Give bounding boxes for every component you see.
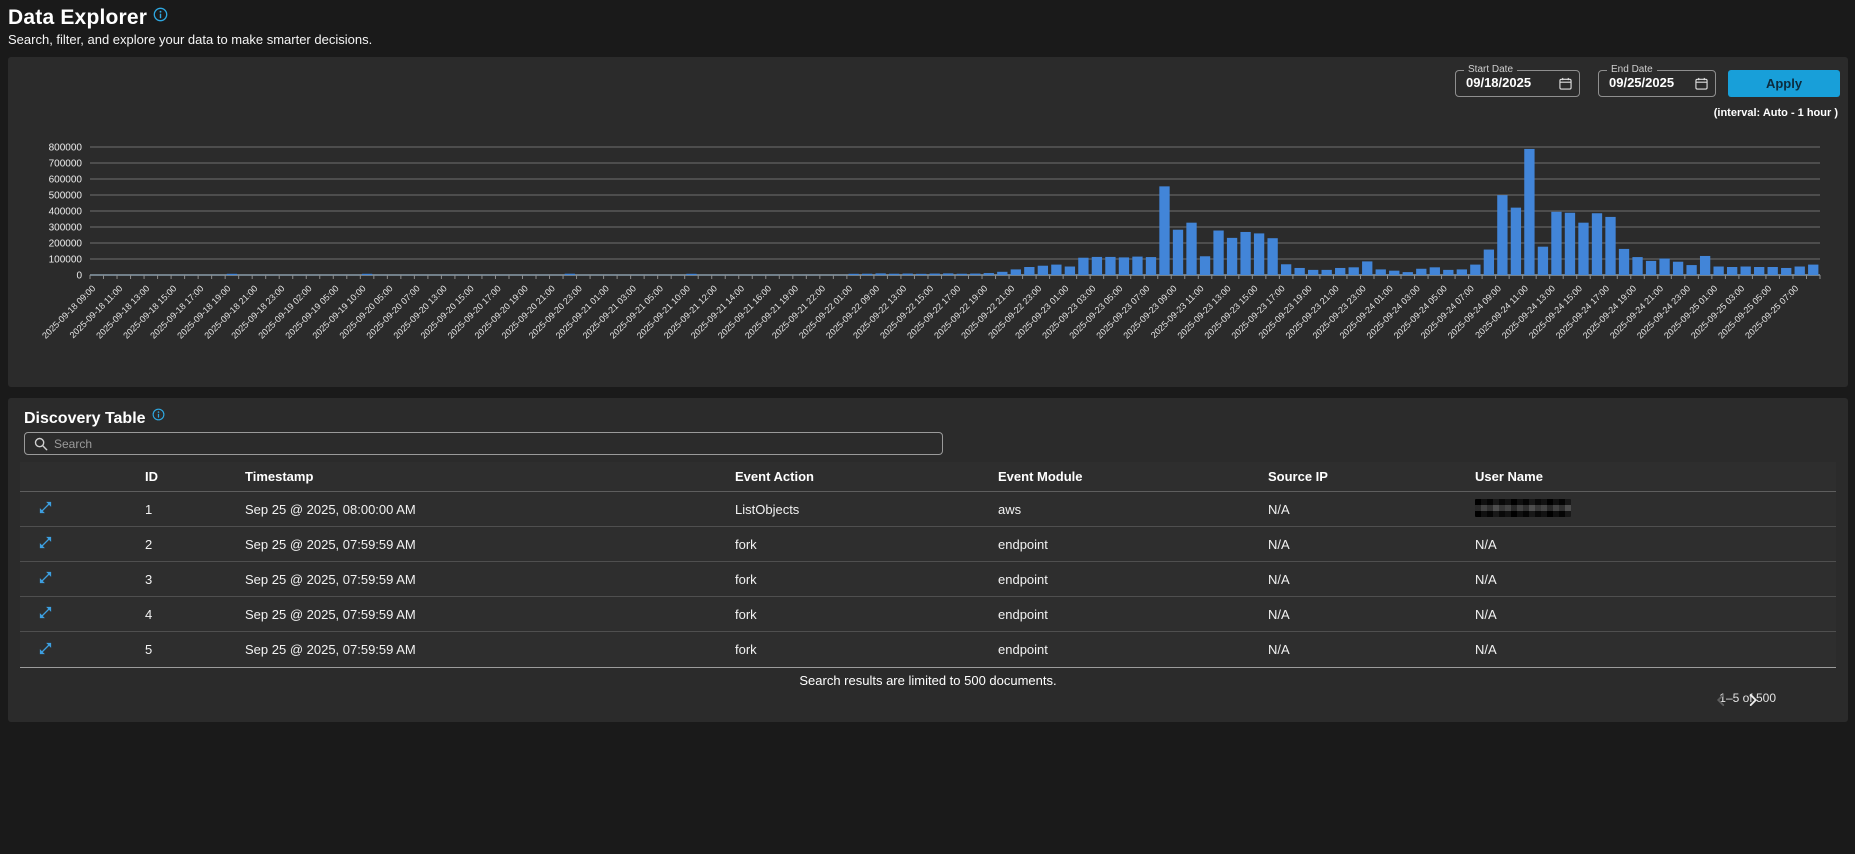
discovery-table-panel: Discovery Table ID Timestamp Event Actio… <box>8 398 1848 722</box>
cell-timestamp: Sep 25 @ 2025, 07:59:59 AM <box>245 607 735 622</box>
cell-timestamp: Sep 25 @ 2025, 07:59:59 AM <box>245 537 735 552</box>
cell-event-module: endpoint <box>998 607 1268 622</box>
svg-text:500000: 500000 <box>49 191 83 202</box>
svg-text:300000: 300000 <box>49 223 83 234</box>
expand-row-button[interactable] <box>38 641 53 656</box>
col-header-event-action: Event Action <box>735 469 998 484</box>
page-subtitle: Search, filter, and explore your data to… <box>8 32 372 47</box>
svg-text:400000: 400000 <box>49 207 83 218</box>
cell-source-ip: N/A <box>1268 607 1475 622</box>
footer-divider <box>20 667 1836 668</box>
open-in-full-icon <box>38 641 53 656</box>
discovery-table-title-text: Discovery Table <box>24 410 146 427</box>
cell-timestamp: Sep 25 @ 2025, 07:59:59 AM <box>245 642 735 657</box>
open-in-full-icon <box>38 535 53 550</box>
cell-event-module: endpoint <box>998 537 1268 552</box>
open-in-full-icon <box>38 500 53 515</box>
table-row: 2Sep 25 @ 2025, 07:59:59 AMforkendpointN… <box>20 527 1836 562</box>
cell-event-action: fork <box>735 642 998 657</box>
results-table: ID Timestamp Event Action Event Module S… <box>20 462 1836 667</box>
cell-timestamp: Sep 25 @ 2025, 08:00:00 AM <box>245 502 735 517</box>
cell-event-module: endpoint <box>998 572 1268 587</box>
cell-event-module: endpoint <box>998 642 1268 657</box>
expand-row-button[interactable] <box>38 605 53 620</box>
cell-source-ip: N/A <box>1268 502 1475 517</box>
chart-panel: Start Date End Date Apply (interval: Aut… <box>8 57 1848 387</box>
cell-user-name: N/A <box>1475 572 1836 587</box>
expand-row-button[interactable] <box>38 570 53 585</box>
page-info-icon[interactable] <box>153 4 168 28</box>
discovery-table-title: Discovery Table <box>24 408 165 428</box>
results-limit-note: Search results are limited to 500 docume… <box>8 673 1848 688</box>
search-input[interactable] <box>54 437 942 451</box>
cell-user-name: N/A <box>1475 537 1836 552</box>
col-header-source-ip: Source IP <box>1268 469 1475 484</box>
cell-event-action: ListObjects <box>735 502 998 517</box>
cell-source-ip: N/A <box>1268 642 1475 657</box>
cell-event-module: aws <box>998 502 1268 517</box>
expand-row-button[interactable] <box>38 500 53 515</box>
table-row: 5Sep 25 @ 2025, 07:59:59 AMforkendpointN… <box>20 632 1836 667</box>
cell-id: 5 <box>145 642 245 657</box>
table-row: 3Sep 25 @ 2025, 07:59:59 AMforkendpointN… <box>20 562 1836 597</box>
page-title-text: Data Explorer <box>8 6 147 29</box>
svg-text:700000: 700000 <box>49 159 83 170</box>
cell-event-action: fork <box>735 607 998 622</box>
cell-id: 3 <box>145 572 245 587</box>
search-icon <box>34 437 48 451</box>
table-header-row: ID Timestamp Event Action Event Module S… <box>20 462 1836 492</box>
svg-text:200000: 200000 <box>49 239 83 250</box>
svg-text:600000: 600000 <box>49 175 83 186</box>
table-row: 4Sep 25 @ 2025, 07:59:59 AMforkendpointN… <box>20 597 1836 632</box>
cell-event-action: fork <box>735 572 998 587</box>
cell-timestamp: Sep 25 @ 2025, 07:59:59 AM <box>245 572 735 587</box>
cell-id: 2 <box>145 537 245 552</box>
open-in-full-icon <box>38 570 53 585</box>
col-header-id: ID <box>145 469 245 484</box>
pagination-prev-button[interactable] <box>1710 689 1732 711</box>
svg-text:0: 0 <box>76 271 82 282</box>
col-header-event-module: Event Module <box>998 469 1268 484</box>
page-title: Data Explorer <box>8 4 168 30</box>
col-header-timestamp: Timestamp <box>245 469 735 484</box>
open-in-full-icon <box>38 605 53 620</box>
cell-event-action: fork <box>735 537 998 552</box>
cell-id: 4 <box>145 607 245 622</box>
svg-text:800000: 800000 <box>49 143 83 154</box>
pagination-next-button[interactable] <box>1742 689 1764 711</box>
search-box[interactable] <box>24 432 943 455</box>
cell-id: 1 <box>145 502 245 517</box>
cell-source-ip: N/A <box>1268 537 1475 552</box>
expand-row-button[interactable] <box>38 535 53 550</box>
col-header-user-name: User Name <box>1475 469 1836 484</box>
cell-user-name: N/A <box>1475 642 1836 657</box>
redacted-user-name <box>1475 499 1571 517</box>
events-histogram-chart[interactable]: 0 100000 200000 300000 400000 500000 600000 700… <box>8 57 1848 387</box>
svg-text:100000: 100000 <box>49 255 83 266</box>
cell-user-name: N/A <box>1475 607 1836 622</box>
table-row: 1Sep 25 @ 2025, 08:00:00 AMListObjectsaw… <box>20 492 1836 527</box>
discovery-table-info-icon[interactable] <box>152 408 165 426</box>
cell-source-ip: N/A <box>1268 572 1475 587</box>
